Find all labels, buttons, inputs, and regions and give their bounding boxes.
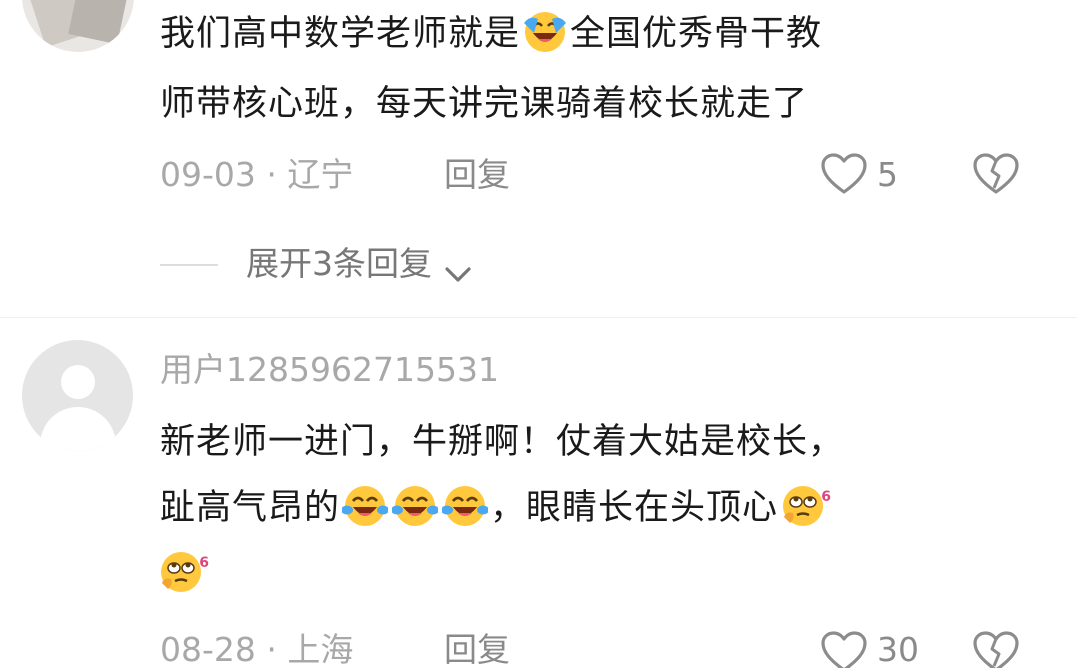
comment-text: 全国优秀骨干教 [570,14,823,54]
comment-location: 上海 [287,630,354,668]
heart-outline-icon[interactable] [820,152,868,200]
heart-outline-icon[interactable] [820,630,868,668]
like-count: 5 [877,155,898,194]
reply-button[interactable]: 回复 [444,155,510,195]
meta-separator: · [266,630,277,668]
avatar[interactable] [22,0,134,52]
tears-of-joy-emoji-icon [342,483,389,529]
comment-text: 趾高气昂的 [160,488,341,528]
chevron-down-icon [443,254,473,282]
rolling-eyes-emoji-icon: 6 [780,483,831,529]
comment-text-line: 6 [158,549,209,598]
default-avatar-head [61,365,95,399]
tears-of-joy-emoji-icon [442,483,489,529]
comment-text: ，眼睛长在头顶心 [490,488,779,528]
expand-divider-line [160,264,218,266]
expand-replies-button[interactable]: 展开3条回复 [246,244,473,284]
emoji-badge: 6 [199,555,210,571]
comment-text: 新老师一进门，牛掰啊！仗着大姑是校长， [160,422,845,462]
tears-of-joy-emoji-icon [392,483,439,529]
like-count: 30 [877,630,919,668]
comment-date: 09-03 [160,155,256,194]
laughing-face-emoji-icon [522,9,568,55]
username[interactable]: 用户1285962715531 [160,350,499,390]
comment-text: 我们高中数学老师就是 [160,14,521,54]
expand-replies-label: 展开3条回复 [246,244,432,283]
comment-text-line: 我们高中数学老师就是 全国优秀骨干教 [160,12,822,58]
comment-date: 08-28 [160,630,256,668]
comment-divider [0,317,1077,318]
comment-location: 辽宁 [287,155,354,194]
comment-meta: 09-03 · 辽宁 [160,155,353,195]
meta-separator: · [266,155,277,194]
broken-heart-icon[interactable] [972,152,1020,200]
comment-text-line: 趾高气昂的 ，眼睛长在头顶心 6 [160,483,831,532]
emoji-badge: 6 [821,489,833,505]
broken-heart-icon[interactable] [972,630,1020,668]
comment-text: 师带核心班，每天讲完课骑着校长就走了 [160,84,809,124]
rolling-eyes-emoji-icon: 6 [158,549,209,595]
avatar-photo [68,0,134,45]
avatar[interactable] [22,340,133,451]
comment-meta: 08-28 · 上海 [160,630,353,668]
reply-button[interactable]: 回复 [444,630,510,668]
comment-list: 我们高中数学老师就是 全国优秀骨干教 师带核心班，每天讲完课骑着校长就走了 09… [0,0,1077,668]
default-avatar-body [40,407,116,451]
